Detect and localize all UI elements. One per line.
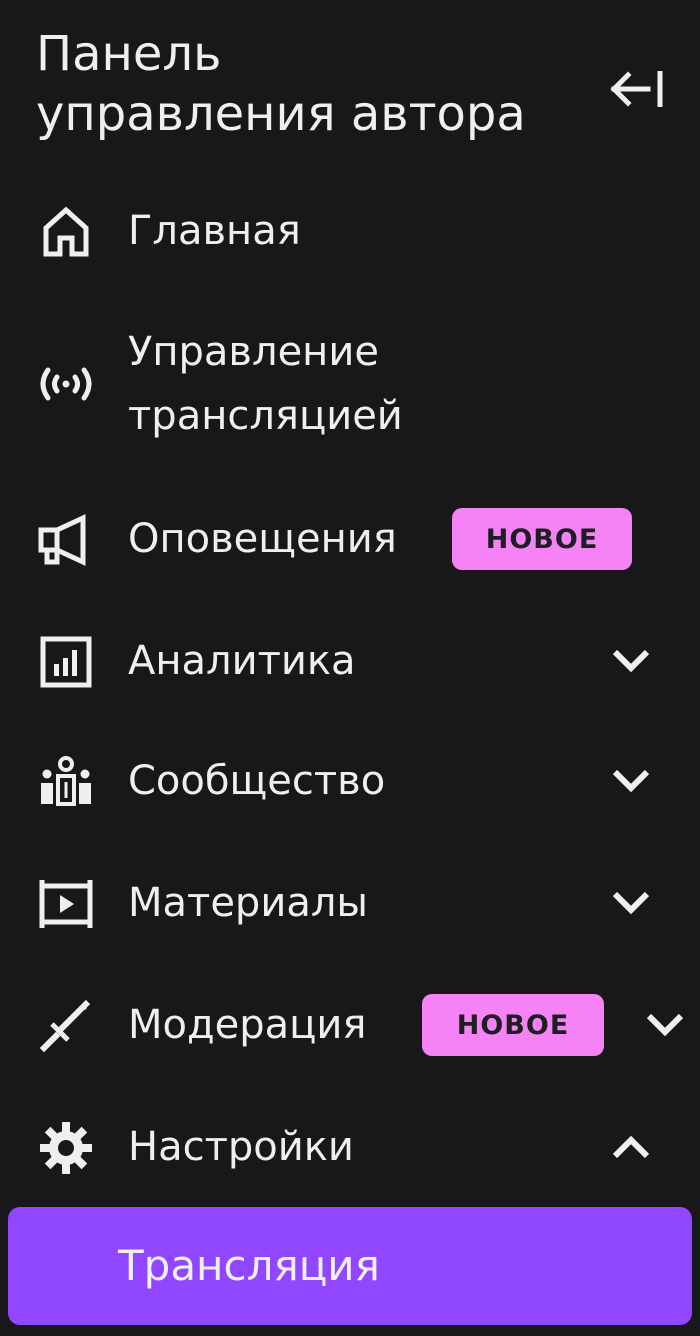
nav-item-analytics[interactable]: Аналитика — [0, 630, 700, 694]
nav-item-settings-label: Настройки — [128, 1124, 354, 1170]
nav-item-alerts[interactable]: Оповещения НОВОЕ — [0, 508, 700, 572]
nav-item-stream-manager-label: Управление трансляцией — [128, 320, 403, 448]
chevron-down-icon[interactable] — [606, 756, 656, 806]
nav-item-moderation[interactable]: Модерация НОВОЕ — [0, 994, 700, 1058]
nav-item-analytics-label: Аналитика — [128, 638, 356, 684]
new-badge: НОВОЕ — [422, 994, 604, 1056]
chevron-down-icon[interactable] — [606, 878, 656, 928]
nav-item-community[interactable]: Сообщество — [0, 750, 700, 814]
gear-icon — [36, 1118, 96, 1178]
broadcast-icon — [36, 354, 96, 414]
nav-item-home[interactable]: Главная — [0, 200, 700, 264]
creator-dashboard-sidebar: Панель управления автора Главная Управле… — [0, 0, 700, 1336]
new-badge: НОВОЕ — [452, 508, 632, 570]
nav-item-stream-manager-label-line1: Управление — [128, 329, 379, 375]
analytics-icon — [36, 632, 96, 692]
collapse-left-icon — [610, 71, 663, 107]
sub-item-broadcast-active[interactable]: Трансляция — [8, 1207, 692, 1325]
chevron-up-icon[interactable] — [606, 1122, 656, 1172]
nav-item-stream-manager[interactable]: Управление трансляцией — [0, 320, 700, 450]
nav-item-content[interactable]: Материалы — [0, 872, 700, 936]
chevron-down-icon[interactable] — [606, 636, 656, 686]
community-icon — [36, 752, 96, 812]
nav-item-stream-manager-label-line2: трансляцией — [128, 393, 403, 439]
nav-item-home-label: Главная — [128, 208, 301, 254]
nav-item-community-label: Сообщество — [128, 758, 386, 804]
chevron-down-icon[interactable] — [640, 1000, 690, 1050]
nav-item-alerts-label: Оповещения — [128, 516, 397, 562]
home-icon — [36, 202, 96, 262]
content-icon — [36, 874, 96, 934]
sword-icon — [36, 996, 96, 1056]
page-title-line1: Панель — [36, 26, 222, 82]
page-title: Панель управления автора — [36, 24, 616, 144]
megaphone-icon — [36, 510, 96, 570]
collapse-sidebar-button[interactable] — [608, 64, 668, 114]
sidebar-header: Панель управления автора — [36, 24, 616, 144]
nav-item-settings[interactable]: Настройки — [0, 1116, 700, 1180]
nav-item-moderation-label: Модерация — [128, 1002, 367, 1048]
sub-item-broadcast-label: Трансляция — [118, 1241, 380, 1290]
nav-item-content-label: Материалы — [128, 880, 368, 926]
page-title-line2: управления автора — [36, 86, 526, 142]
